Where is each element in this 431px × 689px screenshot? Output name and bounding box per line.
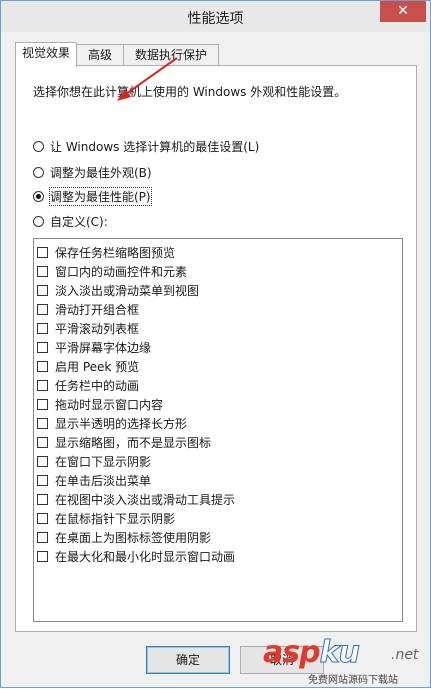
tab-visual-effects[interactable]: 视觉效果	[15, 42, 77, 67]
effect-item[interactable]: 在窗口下显示阴影	[37, 452, 151, 470]
effect-item[interactable]: 启用 Peek 预览	[37, 357, 139, 375]
effect-item[interactable]: 在鼠标指针下显示阴影	[37, 509, 175, 527]
performance-options-dialog: 性能选项 ✕ 视觉效果 高级 数据执行保护 选择你想在此计算机上使用的 Wind…	[0, 0, 431, 688]
checkbox[interactable]	[37, 379, 48, 391]
checkbox[interactable]	[37, 512, 48, 524]
checkbox[interactable]	[37, 303, 48, 315]
effect-item[interactable]: 在视图中淡入淡出或滑动工具提示	[37, 490, 235, 508]
effect-item[interactable]: 平滑屏幕字体边缘	[37, 338, 151, 356]
effect-item[interactable]: 滑动打开组合框	[37, 300, 139, 318]
checkbox[interactable]	[37, 531, 48, 543]
radio-button[interactable]	[33, 166, 44, 178]
watermark-logo: aspku	[263, 635, 360, 671]
radio-button[interactable]	[33, 215, 44, 227]
option-best-performance[interactable]: 调整为最佳性能(P)	[33, 186, 152, 206]
effect-item[interactable]: 显示缩略图，而不是显示图标	[37, 433, 211, 451]
effect-item[interactable]: 淡入淡出或滑动菜单到视图	[37, 281, 199, 299]
checkbox[interactable]	[37, 360, 48, 372]
effect-item[interactable]: 在单击后淡出菜单	[37, 471, 151, 489]
effect-item[interactable]: 任务栏中的动画	[37, 376, 139, 394]
checkbox[interactable]	[37, 550, 48, 562]
watermark-suffix: .net	[391, 647, 419, 663]
checkbox[interactable]	[37, 246, 48, 258]
close-button[interactable]: ✕	[380, 1, 426, 22]
visual-effects-panel: 选择你想在此计算机上使用的 Windows 外观和性能设置。 让 Windows…	[15, 65, 417, 632]
option-label: 自定义(C):	[50, 214, 108, 229]
option-custom[interactable]: 自定义(C):	[33, 212, 108, 230]
effect-item[interactable]: 在最大化和最小化时显示窗口动画	[37, 547, 235, 565]
title-bar: 性能选项 ✕	[1, 1, 430, 32]
option-label: 让 Windows 选择计算机的最佳设置(L)	[50, 139, 260, 154]
checkbox[interactable]	[37, 474, 48, 486]
checkbox[interactable]	[37, 455, 48, 467]
effects-list[interactable]: 保存任务栏缩略图预览 窗口内的动画控件和元素 淡入淡出或滑动菜单到视图 滑动打开…	[33, 238, 403, 622]
tab-data-execution-prevention[interactable]: 数据执行保护	[123, 44, 219, 66]
option-best-appearance[interactable]: 调整为最佳外观(B)	[33, 163, 152, 181]
watermark: aspku .net 免费网站源码下载站	[263, 631, 431, 689]
option-let-windows-choose[interactable]: 让 Windows 选择计算机的最佳设置(L)	[33, 137, 259, 155]
ok-button[interactable]: 确定	[146, 646, 230, 674]
checkbox[interactable]	[37, 493, 48, 505]
radio-button-selected[interactable]	[33, 190, 44, 202]
window-title: 性能选项	[187, 11, 244, 27]
checkbox[interactable]	[37, 436, 48, 448]
checkbox[interactable]	[37, 341, 48, 353]
watermark-subtitle: 免费网站源码下载站	[308, 675, 398, 686]
effect-item[interactable]: 显示半透明的选择长方形	[37, 414, 187, 432]
effect-item[interactable]: 在桌面上为图标标签使用阴影	[37, 528, 211, 546]
checkbox[interactable]	[37, 265, 48, 277]
effect-item[interactable]: 窗口内的动画控件和元素	[37, 262, 187, 280]
option-label: 调整为最佳性能(P)	[49, 186, 152, 206]
checkbox[interactable]	[37, 417, 48, 429]
option-label: 调整为最佳外观(B)	[50, 165, 152, 180]
effect-item[interactable]: 拖动时显示窗口内容	[37, 395, 163, 413]
radio-button[interactable]	[33, 140, 44, 152]
effect-item[interactable]: 保存任务栏缩略图预览	[37, 243, 175, 261]
close-icon: ✕	[397, 3, 409, 19]
panel-description: 选择你想在此计算机上使用的 Windows 外观和性能设置。	[33, 85, 347, 99]
checkbox[interactable]	[37, 284, 48, 296]
checkbox[interactable]	[37, 398, 48, 410]
checkbox[interactable]	[37, 322, 48, 334]
effect-item[interactable]: 平滑滚动列表框	[37, 319, 139, 337]
tab-advanced[interactable]: 高级	[76, 44, 124, 66]
